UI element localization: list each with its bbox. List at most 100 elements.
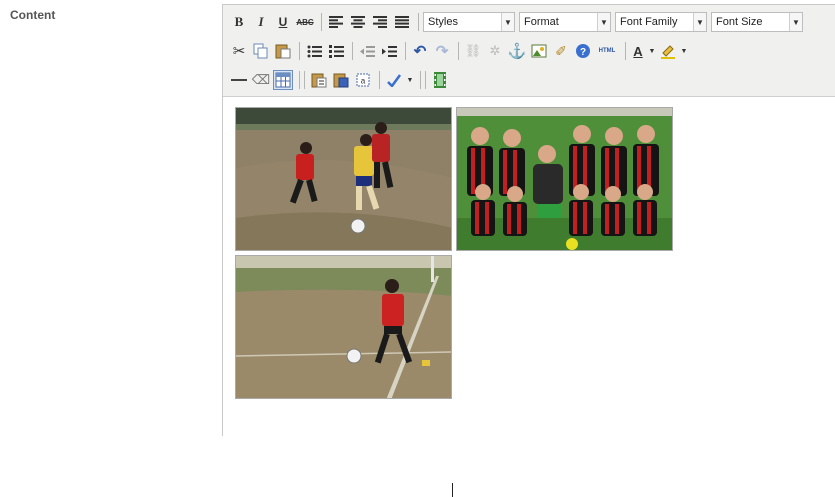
eraser-icon: ⌫	[251, 72, 271, 87]
font-family-select[interactable]: Font Family ▼	[615, 12, 707, 32]
outdent-icon	[359, 45, 375, 57]
photo-image	[236, 108, 451, 250]
separator	[418, 13, 419, 31]
copy-icon	[253, 43, 268, 59]
numbered-list-icon	[328, 44, 344, 58]
select-all-button[interactable]: a	[353, 70, 373, 90]
chevron-down-icon: ▼	[648, 47, 656, 55]
content-field-label: Content	[10, 8, 56, 22]
bullet-list-button[interactable]	[304, 41, 324, 61]
paste-text-icon	[311, 73, 327, 88]
separator	[625, 42, 626, 60]
font-size-select-value: Font Size	[716, 16, 763, 28]
separator	[458, 42, 459, 60]
html-icon: HTML	[598, 48, 616, 54]
clipboard-icon	[275, 44, 291, 59]
soccer-photo-dribbling[interactable]	[235, 107, 452, 251]
styles-select[interactable]: Styles ▼	[423, 12, 515, 32]
separator	[405, 42, 406, 60]
rich-text-editor: B I U ABC Styles ▼ Format ▼ Font Family …	[222, 4, 835, 497]
media-button[interactable]	[430, 70, 450, 90]
italic-button[interactable]: I	[251, 12, 271, 32]
horizontal-rule-icon	[231, 79, 247, 81]
highlight-color-button[interactable]	[658, 41, 678, 61]
redo-button[interactable]: ↷	[432, 41, 452, 61]
format-select-value: Format	[524, 16, 559, 28]
outdent-button[interactable]	[357, 41, 377, 61]
bullet-list-icon	[307, 45, 322, 57]
help-button[interactable]: ?	[573, 41, 593, 61]
indent-icon	[381, 45, 397, 57]
spellcheck-button[interactable]	[384, 70, 404, 90]
horizontal-rule-button[interactable]	[229, 70, 249, 90]
chevron-down-icon: ▼	[501, 13, 514, 31]
html-source-button[interactable]: HTML	[595, 41, 619, 61]
chevron-down-icon: ▼	[680, 47, 688, 55]
separator	[299, 71, 305, 89]
soccer-photo-running[interactable]	[235, 255, 452, 399]
align-justify-icon	[395, 16, 409, 28]
align-right-button[interactable]	[370, 12, 390, 32]
spellcheck-icon	[387, 74, 402, 87]
unlink-button[interactable]: ✲	[485, 41, 505, 61]
font-family-select-value: Font Family	[620, 16, 678, 28]
paste-word-icon	[333, 73, 349, 88]
svg-text:?: ?	[580, 47, 586, 58]
link-button[interactable]: ⛓	[463, 41, 483, 61]
svg-text:a: a	[361, 77, 366, 86]
copy-button[interactable]	[251, 41, 271, 61]
spellcheck-dropdown[interactable]: ▼	[406, 70, 414, 90]
styles-select-value: Styles	[428, 16, 458, 28]
help-icon: ?	[576, 44, 590, 58]
broom-icon: ✐	[555, 42, 567, 59]
chevron-down-icon: ▼	[597, 13, 610, 31]
text-color-dropdown[interactable]: ▼	[648, 41, 656, 61]
cleanup-button[interactable]: ✐	[551, 41, 571, 61]
table-button[interactable]	[273, 70, 293, 90]
bold-button[interactable]: B	[229, 12, 249, 32]
font-size-select[interactable]: Font Size ▼	[711, 12, 803, 32]
align-justify-button[interactable]	[392, 12, 412, 32]
paste-button[interactable]	[273, 41, 293, 61]
undo-icon: ↶	[413, 43, 427, 60]
link-icon: ⛓	[464, 43, 482, 58]
indent-button[interactable]	[379, 41, 399, 61]
editor-toolbar: B I U ABC Styles ▼ Format ▼ Font Family …	[223, 5, 835, 97]
format-select[interactable]: Format ▼	[519, 12, 611, 32]
align-left-icon	[329, 16, 343, 28]
separator	[352, 42, 353, 60]
toolbar-row-1: B I U ABC Styles ▼ Format ▼ Font Family …	[229, 9, 807, 35]
anchor-button[interactable]: ⚓	[507, 41, 527, 61]
text-color-button[interactable]: A	[630, 41, 646, 61]
cut-button[interactable]: ✂	[229, 41, 249, 61]
separator	[420, 71, 426, 89]
film-icon	[434, 72, 446, 88]
soccer-photo-team[interactable]	[456, 107, 673, 251]
table-icon	[275, 72, 291, 88]
chevron-down-icon: ▼	[789, 13, 802, 31]
toolbar-row-3: ⌫ a ▼	[229, 67, 452, 93]
numbered-list-button[interactable]	[326, 41, 346, 61]
anchor-icon: ⚓	[507, 43, 527, 60]
editor-content-area[interactable]	[223, 97, 835, 497]
strikethrough-button[interactable]: ABC	[295, 12, 315, 32]
photo-image	[457, 108, 672, 250]
align-center-icon	[351, 16, 365, 28]
photo-image	[236, 256, 451, 398]
undo-button[interactable]: ↶	[410, 41, 430, 61]
paste-text-button[interactable]	[309, 70, 329, 90]
separator	[299, 42, 300, 60]
chevron-down-icon: ▼	[406, 76, 414, 84]
paste-word-button[interactable]	[331, 70, 351, 90]
align-right-icon	[373, 16, 387, 28]
highlight-color-dropdown[interactable]: ▼	[680, 41, 688, 61]
align-center-button[interactable]	[348, 12, 368, 32]
separator	[379, 71, 380, 89]
scissors-icon: ✂	[232, 43, 246, 60]
image-button[interactable]	[529, 41, 549, 61]
unlink-icon: ✲	[489, 43, 501, 58]
underline-button[interactable]: U	[273, 12, 293, 32]
align-left-button[interactable]	[326, 12, 346, 32]
text-cursor	[452, 483, 453, 497]
remove-format-button[interactable]: ⌫	[251, 70, 271, 90]
